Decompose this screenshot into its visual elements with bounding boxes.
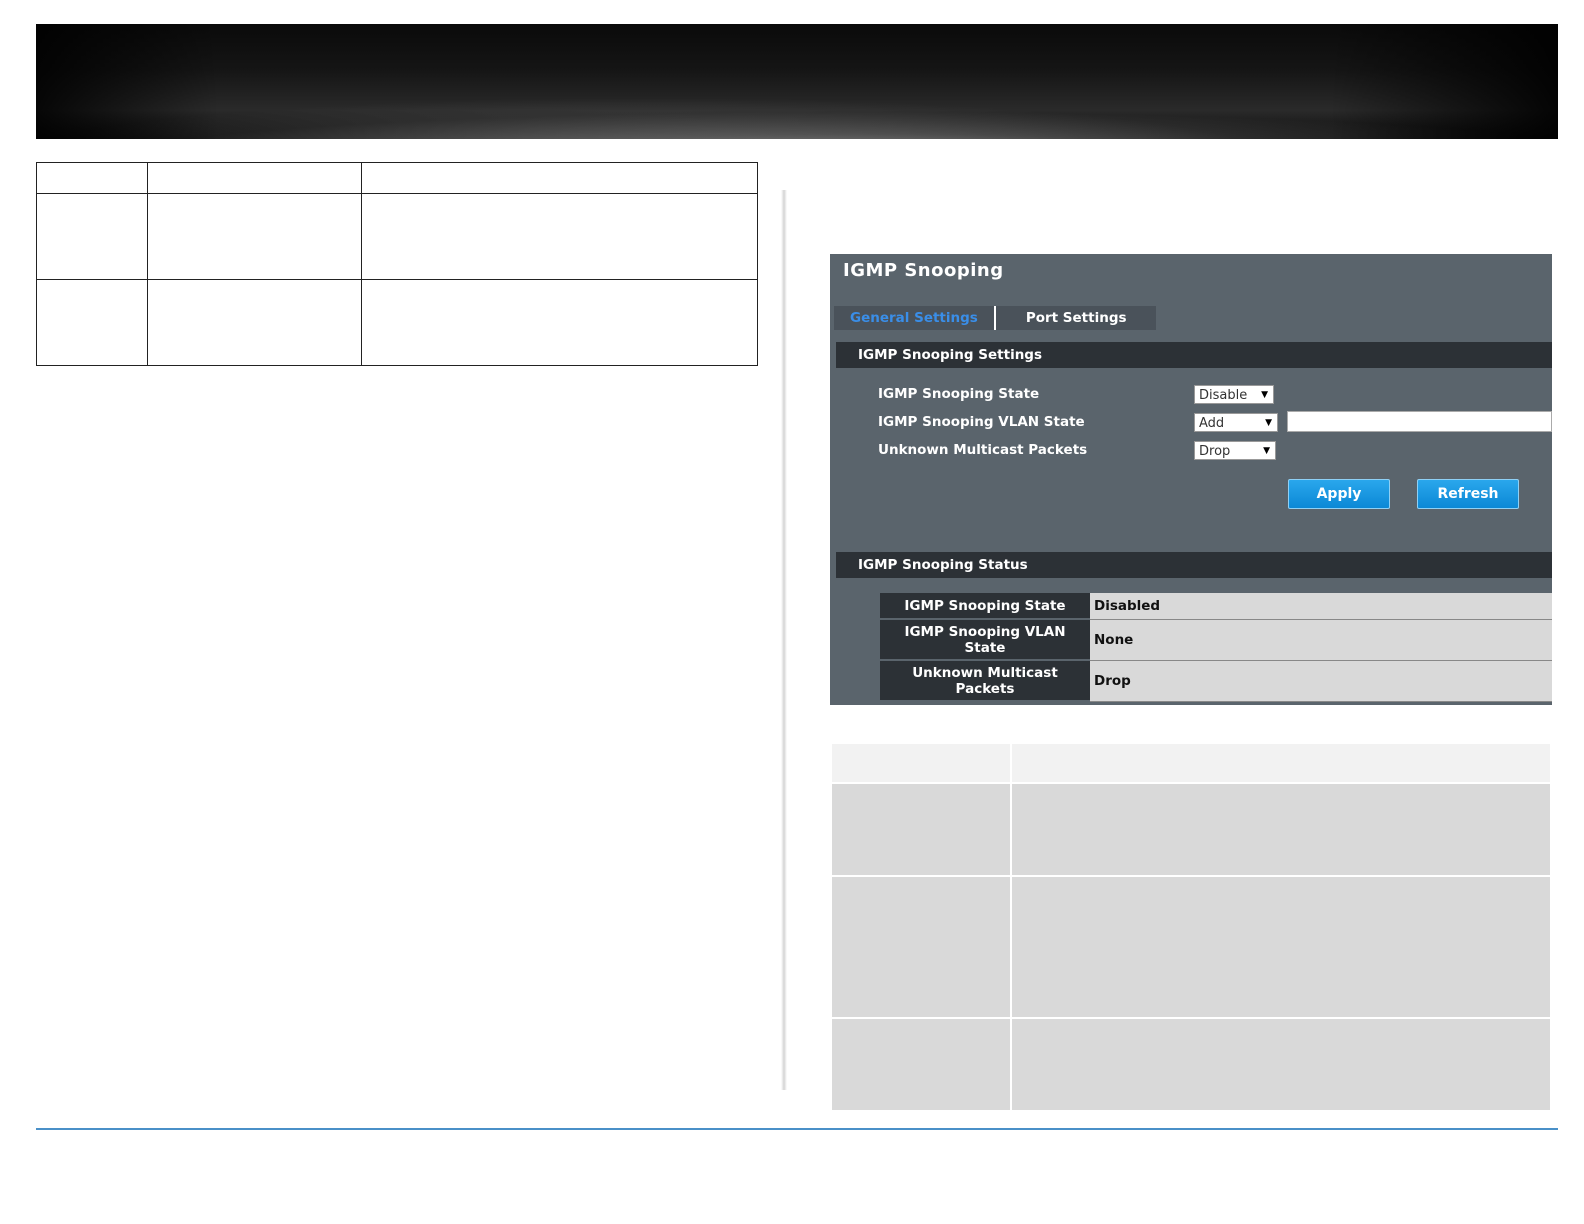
table-row: IGMP Snooping State Disabled	[880, 593, 1552, 620]
status-key-text: IGMP Snooping VLAN State	[904, 623, 1066, 656]
table-row: Unknown Multicast Packets Drop	[880, 660, 1552, 702]
table-cell	[1010, 875, 1552, 1019]
status-value: Disabled	[1090, 593, 1552, 620]
table-cell	[147, 193, 362, 280]
table-cell	[36, 162, 148, 194]
status-table: IGMP Snooping State Disabled IGMP Snoopi…	[880, 593, 1552, 702]
table-row: IGMP Snooping VLAN State None	[880, 619, 1552, 661]
table-cell	[147, 162, 362, 194]
table-cell	[830, 782, 1012, 877]
apply-button[interactable]: Apply	[1288, 479, 1390, 509]
table-cell	[830, 1017, 1012, 1112]
status-value: Drop	[1090, 660, 1552, 702]
left-empty-table	[36, 162, 758, 366]
igmp-snooping-panel: IGMP Snooping General Settings Port Sett…	[830, 254, 1552, 705]
table-cell	[1010, 742, 1552, 784]
column-divider	[781, 190, 787, 1090]
refresh-button[interactable]: Refresh	[1417, 479, 1519, 509]
table-row	[830, 742, 1552, 784]
table-row	[830, 782, 1552, 877]
status-value: None	[1090, 619, 1552, 661]
footer-rule	[36, 1128, 1558, 1130]
table-cell	[147, 279, 362, 366]
table-cell	[36, 193, 148, 280]
vlan-list-input[interactable]	[1287, 411, 1552, 432]
tab-bar: General Settings Port Settings	[834, 306, 1156, 330]
vlan-state-value: Add	[1199, 416, 1225, 431]
vlan-state-select[interactable]: Add ▼	[1194, 413, 1278, 432]
status-key: IGMP Snooping State	[880, 593, 1090, 620]
table-row	[830, 875, 1552, 1019]
status-key: Unknown Multicast Packets	[880, 660, 1090, 702]
status-key: IGMP Snooping VLAN State	[880, 619, 1090, 661]
right-empty-table	[830, 742, 1552, 1112]
table-cell	[361, 279, 758, 366]
panel-title: IGMP Snooping	[843, 260, 1004, 281]
chevron-down-icon: ▼	[1263, 446, 1270, 456]
vlan-state-label: IGMP Snooping VLAN State	[878, 414, 1085, 430]
snooping-state-label: IGMP Snooping State	[878, 386, 1040, 402]
snooping-state-value: Disable	[1199, 388, 1248, 403]
table-cell	[830, 875, 1012, 1019]
header-banner	[36, 24, 1558, 139]
chevron-down-icon: ▼	[1265, 418, 1272, 428]
status-section-heading: IGMP Snooping Status	[836, 552, 1552, 578]
table-cell	[361, 162, 758, 194]
table-row	[830, 1017, 1552, 1112]
unknown-multicast-value: Drop	[1199, 444, 1231, 459]
chevron-down-icon: ▼	[1261, 390, 1268, 400]
table-cell	[1010, 782, 1552, 877]
settings-section-heading: IGMP Snooping Settings	[836, 342, 1552, 368]
tab-general-settings[interactable]: General Settings	[834, 306, 994, 330]
table-cell	[830, 742, 1012, 784]
unknown-multicast-label: Unknown Multicast Packets	[878, 442, 1088, 458]
snooping-state-select[interactable]: Disable ▼	[1194, 385, 1274, 404]
table-cell	[1010, 1017, 1552, 1112]
tab-port-settings[interactable]: Port Settings	[996, 306, 1143, 330]
table-cell	[36, 279, 148, 366]
status-key-text: Unknown Multicast Packets	[912, 664, 1058, 697]
table-cell	[361, 193, 758, 280]
unknown-multicast-select[interactable]: Drop ▼	[1194, 441, 1276, 460]
